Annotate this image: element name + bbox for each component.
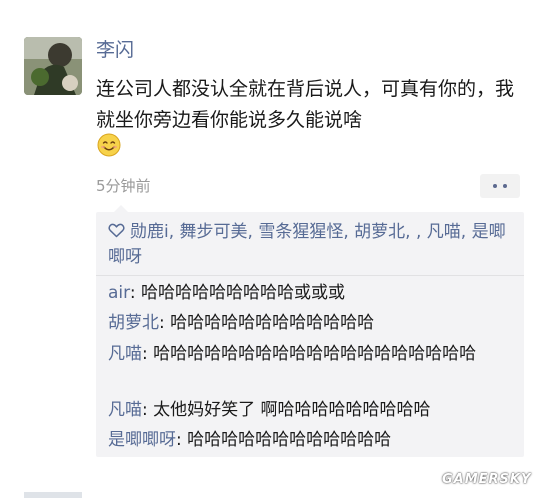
comment-author[interactable]: 胡萝北	[108, 313, 159, 333]
comment-author[interactable]: 凡喵	[108, 344, 142, 364]
more-dot-icon	[503, 184, 507, 188]
watermark: GAMERSKY	[442, 472, 532, 487]
comment-author[interactable]: air	[108, 283, 130, 303]
comment-item[interactable]: air: 哈哈哈哈哈哈哈哈哈或或或	[108, 281, 518, 306]
comment-item[interactable]: 胡萝北: 哈哈哈哈哈哈哈哈哈哈哈哈	[108, 311, 518, 336]
post-timestamp: 5分钟前	[96, 177, 151, 195]
more-actions-button[interactable]	[480, 174, 520, 198]
likes-row: 勋鹿i, 舞步可美, 雪条猩猩怪, 胡萝北, , 凡喵, 是唧唧呀	[108, 220, 518, 270]
comment-author[interactable]: 凡喵	[108, 400, 142, 420]
likes-divider	[96, 275, 524, 276]
comment-text: 哈哈哈哈哈哈哈哈哈或或或	[140, 283, 345, 303]
comment-item[interactable]: 凡喵: 太他妈好笑了 啊哈哈哈哈哈哈哈哈哈	[108, 398, 518, 423]
avatar-photo	[24, 37, 82, 95]
comment-author[interactable]: 是唧唧呀	[108, 430, 176, 450]
comment-item[interactable]: 凡喵: 哈哈哈哈哈哈哈哈哈哈哈哈哈哈哈哈哈哈哈	[108, 342, 518, 367]
panel-pointer	[114, 205, 128, 212]
comment-separator: :	[176, 430, 188, 450]
likes-names[interactable]: 勋鹿i, 舞步可美, 雪条猩猩怪, 胡萝北, , 凡喵, 是唧唧呀	[108, 222, 506, 267]
comment-separator: :	[142, 400, 154, 420]
comment-text: 哈哈哈哈哈哈哈哈哈哈哈哈	[187, 430, 392, 450]
more-dot-icon	[493, 184, 497, 188]
next-post-avatar	[24, 492, 82, 498]
post-author[interactable]: 李闪	[96, 38, 134, 62]
comment-text: 哈哈哈哈哈哈哈哈哈哈哈哈哈哈哈哈哈哈哈	[153, 344, 477, 364]
avatar[interactable]	[24, 37, 82, 95]
smile-emoji-icon	[97, 133, 121, 157]
comment-text: 哈哈哈哈哈哈哈哈哈哈哈哈	[170, 313, 375, 333]
post-text: 连公司人都没认全就在背后说人，可真有你的，我就坐你旁边看你能说多久能说啥	[96, 78, 515, 131]
comment-item[interactable]: 是唧唧呀: 哈哈哈哈哈哈哈哈哈哈哈哈	[108, 428, 518, 453]
comment-separator: :	[129, 283, 141, 303]
heart-outline-icon	[108, 223, 125, 238]
comment-text: 太他妈好笑了 啊哈哈哈哈哈哈哈哈哈	[153, 400, 431, 420]
comment-separator: :	[159, 313, 171, 333]
comment-separator: :	[142, 344, 154, 364]
